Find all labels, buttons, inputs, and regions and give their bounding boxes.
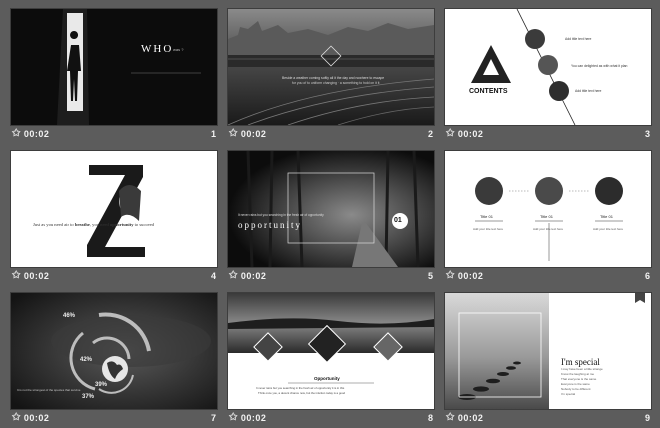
slide-1-subtitle: was ? [173, 47, 184, 52]
slide-8-body-2: Think once you, a decent chance now, but… [258, 391, 346, 395]
slide-3-contents-heading: CONTENTS [469, 88, 508, 95]
star-transition-icon[interactable]: ✩ [446, 126, 455, 142]
slide-7-percent-37: 37% [82, 394, 95, 400]
slide-timing: 00:02 [240, 271, 267, 281]
slide-8-body-1: It never rains but you searching in the … [256, 386, 345, 390]
slide-thumbnail-9[interactable]: I'm special I may have been a little str… [444, 292, 652, 428]
slide-2-caption-2: for you of to uniform changing · a somet… [292, 81, 380, 85]
star-transition-icon[interactable]: ✩ [229, 268, 238, 284]
star-transition-icon[interactable]: ✩ [229, 410, 238, 426]
slide-preview[interactable]: I'm special I may have been a little str… [444, 292, 652, 410]
slide-5-small-text: It never rains but you searching in the … [238, 213, 324, 217]
slide-5-opportunity: opportunity [238, 220, 302, 230]
slide-preview[interactable]: Just as you need air to breathe, you nee… [10, 150, 218, 268]
slide-5-circle-number: 01 [394, 217, 402, 224]
slide-thumbnail-4[interactable]: Just as you need air to breathe, you nee… [10, 150, 218, 286]
slide-number: 2 [427, 129, 433, 139]
slide-6-body-3: Add your title text here [593, 227, 624, 231]
slide-timing: 00:02 [23, 271, 50, 281]
slide-7-percent-39: 39% [95, 382, 108, 388]
slide-thumbnail-2[interactable]: Beside a weather coming softly all it th… [227, 8, 435, 144]
slide-preview[interactable]: WHO was ? [10, 8, 218, 126]
slide-9-special-heading: I'm special [561, 357, 600, 367]
star-transition-icon[interactable]: ✩ [12, 268, 21, 284]
slide-7-caption: It is not the strongest of the species t… [17, 388, 81, 392]
slide-timing: 00:02 [457, 271, 484, 281]
slide-3-item-3: Add title text here [575, 89, 602, 93]
slide-number: 3 [644, 129, 650, 139]
slide-4-quote: Just as you need air to breathe, you nee… [33, 222, 154, 227]
slide-preview[interactable]: It never rains but you searching in the … [227, 150, 435, 268]
slide-3-item-1: Add title text here [565, 37, 592, 41]
slide-2-image [228, 9, 434, 125]
star-transition-icon[interactable]: ✩ [446, 410, 455, 426]
slide-1-title: WHO [141, 43, 174, 55]
slide-timing: 00:02 [240, 413, 267, 423]
slide-number: 4 [210, 271, 216, 281]
star-transition-icon[interactable]: ✩ [12, 410, 21, 426]
slide-preview[interactable]: Opportunity It never rains but you searc… [227, 292, 435, 410]
slide-6-title-1: Title 01 [480, 214, 493, 219]
star-transition-icon[interactable]: ✩ [12, 126, 21, 142]
slide-9-line-6: I'm special [561, 392, 576, 396]
slide-number: 9 [644, 413, 650, 423]
slide-3-item-2: You can delighted as with what it plan [571, 64, 628, 68]
slide-9-line-4: Everyone is the same [561, 382, 590, 386]
slide-6-title-3: Title 01 [600, 214, 613, 219]
slide-thumbnail-6[interactable]: Title 01 Title 01 Title 01 Add your titl… [444, 150, 652, 286]
slide-timing: 00:02 [23, 129, 50, 139]
slide-7-percent-42: 42% [80, 357, 93, 363]
slide-number: 6 [644, 271, 650, 281]
star-transition-icon[interactable]: ✩ [446, 268, 455, 284]
slide-9-line-5: Nobody to be different [561, 387, 591, 391]
slide-preview[interactable]: 46% 42% 39% 37% It is not the strongest … [10, 292, 218, 410]
slide-number: 1 [210, 129, 216, 139]
slide-2-caption-1: Beside a weather coming softly all it th… [282, 76, 385, 80]
slide-9-line-3: That everyone is the same [561, 377, 597, 381]
slide-thumbnail-7[interactable]: 46% 42% 39% 37% It is not the strongest … [10, 292, 218, 428]
slide-4-image [11, 151, 217, 267]
slide-number: 7 [210, 413, 216, 423]
slide-8-title: Opportunity [314, 376, 340, 381]
slide-timing: 00:02 [457, 413, 484, 423]
slide-thumbnail-1[interactable]: WHO was ? ✩ 00:02 1 [10, 8, 218, 144]
slide-timing: 00:02 [457, 129, 484, 139]
slide-preview[interactable]: CONTENTS Add title text here You can del… [444, 8, 652, 126]
slide-6-image [445, 151, 651, 267]
star-transition-icon[interactable]: ✩ [229, 126, 238, 142]
slide-preview[interactable]: Beside a weather coming softly all it th… [227, 8, 435, 126]
slide-9-line-1: I may have been a little strange [561, 367, 603, 371]
slide-number: 8 [427, 413, 433, 423]
slide-9-image [445, 293, 651, 409]
slide-number: 5 [427, 271, 433, 281]
slide-5-image [228, 151, 434, 267]
slide-1-image [11, 9, 217, 125]
slide-7-percent-46: 46% [63, 313, 76, 319]
slide-6-body-2: Add your title text here [533, 227, 564, 231]
slide-timing: 00:02 [240, 129, 267, 139]
slide-6-title-2: Title 01 [540, 214, 553, 219]
slide-thumbnail-5[interactable]: It never rains but you searching in the … [227, 150, 435, 286]
slide-preview[interactable]: Title 01 Title 01 Title 01 Add your titl… [444, 150, 652, 268]
slide-thumbnail-8[interactable]: Opportunity It never rains but you searc… [227, 292, 435, 428]
slide-9-line-2: Know the laughing at me [561, 372, 595, 376]
slide-6-body-1: Add your title text here [473, 227, 504, 231]
slide-thumbnail-3[interactable]: CONTENTS Add title text here You can del… [444, 8, 652, 144]
slide-timing: 00:02 [23, 413, 50, 423]
